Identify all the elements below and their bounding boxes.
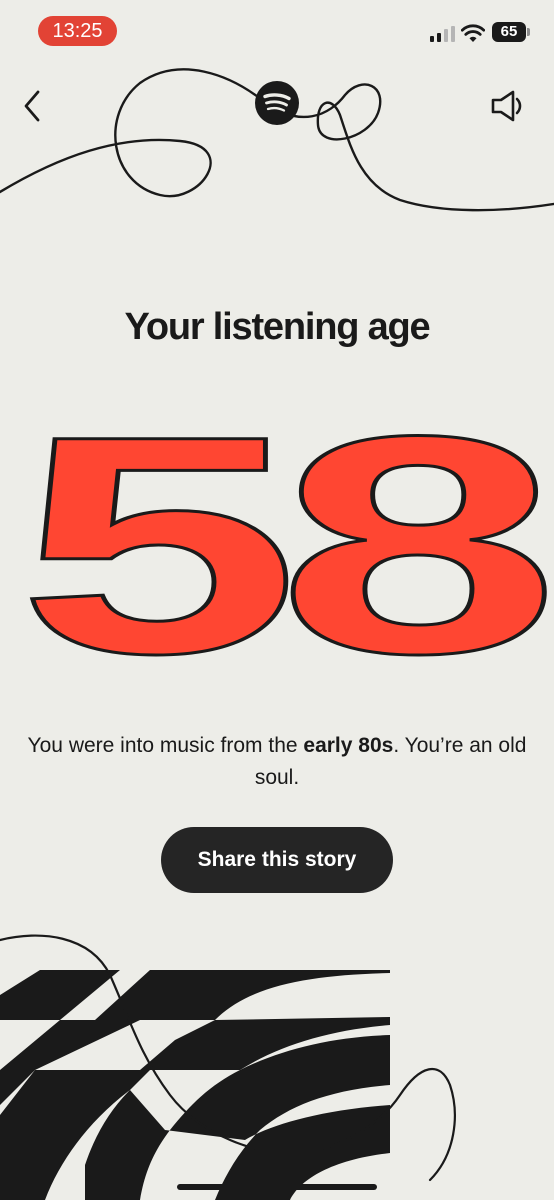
story-screen: 13:25 65 Your listening age 58 You were … (0, 0, 554, 1200)
status-bar: 13:25 65 (0, 0, 554, 56)
wifi-icon (461, 24, 485, 42)
listening-age-value: 58 (17, 410, 547, 680)
home-indicator (177, 1184, 377, 1190)
page-title: Your listening age (124, 306, 431, 348)
battery-cap (527, 28, 530, 36)
description-era: early 80s (303, 734, 394, 757)
decorative-checker-pattern (0, 934, 456, 1200)
cellular-signal-icon (430, 26, 455, 42)
listening-age-number: 58 (16, 410, 554, 680)
status-time: 13:25 (38, 16, 117, 46)
share-story-button[interactable]: Share this story (161, 827, 393, 893)
listening-age-description: You were into music from the early 80s. … (24, 730, 530, 794)
speaker-icon[interactable] (486, 84, 530, 128)
description-text-start: You were into music from the (27, 734, 304, 757)
back-button[interactable] (14, 84, 54, 128)
battery-icon: 65 (492, 22, 526, 42)
spotify-logo-icon (255, 81, 299, 125)
